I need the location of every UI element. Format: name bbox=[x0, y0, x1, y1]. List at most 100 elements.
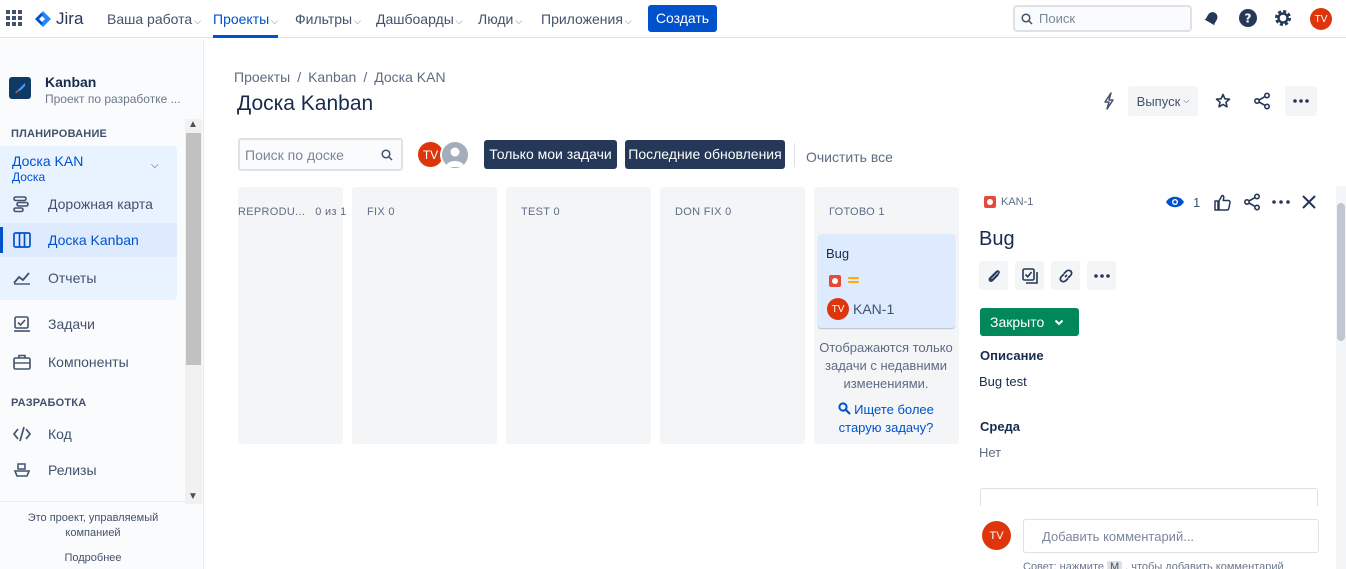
nav-filters[interactable]: Фильтры ⌵ bbox=[295, 0, 361, 38]
project-avatar-icon bbox=[9, 77, 31, 99]
scrollbar-thumb[interactable] bbox=[1337, 203, 1345, 341]
scrollbar-thumb[interactable] bbox=[186, 133, 201, 365]
jira-logo[interactable]: Jira bbox=[34, 9, 83, 29]
breadcrumb: Проекты / Kanban / Доска KAN bbox=[234, 69, 446, 85]
detail-panel-scrollbar[interactable] bbox=[1336, 186, 1346, 569]
sidebar-item-code[interactable]: Код bbox=[0, 417, 177, 451]
done-column-note: Отображаются только задачи с недавними и… bbox=[819, 340, 953, 391]
sidebar-item-label: Задачи bbox=[48, 316, 96, 332]
sidebar-item-label: Релизы bbox=[48, 462, 97, 478]
board-column: REPRODU... 0 из 1 bbox=[238, 187, 346, 444]
more-actions-icon[interactable] bbox=[1272, 192, 1290, 212]
page-title: Доска Kanban bbox=[237, 92, 374, 115]
user-avatar[interactable]: TV bbox=[1310, 8, 1332, 30]
breadcrumb-project[interactable]: Kanban bbox=[308, 69, 356, 85]
learn-more-link[interactable]: Подробнее bbox=[0, 551, 186, 566]
watch-button[interactable]: 1 bbox=[1165, 192, 1200, 212]
environment-label: Среда bbox=[980, 419, 1021, 434]
development-section-title: РАЗРАБОТКА bbox=[11, 397, 87, 409]
nav-your-work[interactable]: Ваша работа ⌵ bbox=[107, 0, 201, 38]
environment-value[interactable]: Нет bbox=[979, 445, 1001, 460]
chevron-down-icon: ⌵ bbox=[515, 16, 523, 26]
close-icon[interactable] bbox=[1301, 192, 1317, 212]
project-header[interactable]: Kanban Проект по разработке ... bbox=[9, 74, 180, 106]
child-issue-icon[interactable] bbox=[1015, 261, 1044, 290]
nav-label: Приложения bbox=[541, 11, 623, 27]
comment-tip: Совет: нажмите M, чтобы добавить коммента… bbox=[1023, 561, 1284, 569]
notifications-icon[interactable] bbox=[1201, 7, 1223, 29]
chevron-down-icon[interactable]: ⌵ bbox=[151, 160, 159, 171]
sidebar-item-kanban-board[interactable]: Доска Kanban bbox=[0, 223, 177, 257]
column-header: FIX 0 bbox=[367, 206, 395, 218]
nav-people[interactable]: Люди ⌵ bbox=[478, 0, 522, 38]
chevron-down-icon bbox=[1055, 319, 1064, 325]
project-type: Проект по разработке ... bbox=[45, 92, 180, 106]
older-issue-link[interactable]: Ищете более старую задачу? bbox=[816, 401, 956, 437]
nav-label: Ваша работа bbox=[107, 11, 193, 27]
board-search-input[interactable]: Поиск по доске bbox=[238, 138, 403, 171]
more-actions-icon[interactable] bbox=[1285, 86, 1317, 116]
more-actions-icon[interactable] bbox=[1087, 261, 1116, 290]
link-issue-icon[interactable] bbox=[1051, 261, 1080, 290]
planning-section-title: ПЛАНИРОВАНИЕ bbox=[11, 128, 108, 140]
share-icon[interactable] bbox=[1243, 192, 1261, 212]
column-header: REPRODU... 0 из 1 bbox=[238, 206, 347, 218]
sidebar-scrollbar[interactable]: ▲ ▼ bbox=[185, 119, 202, 504]
nav-label: Проекты bbox=[213, 11, 270, 27]
sidebar-item-label: Компоненты bbox=[48, 354, 129, 370]
nav-label: Люди bbox=[478, 11, 514, 27]
create-button[interactable]: Создать bbox=[648, 5, 717, 32]
like-icon[interactable] bbox=[1214, 192, 1231, 212]
issue-card[interactable]: Bug TV KAN-1 bbox=[818, 234, 955, 328]
sidebar-footer: Это проект, управляемый компанией Подроб… bbox=[0, 511, 186, 566]
issue-title[interactable]: Bug bbox=[979, 228, 1015, 251]
sidebar-item-releases[interactable]: Релизы bbox=[0, 453, 177, 487]
details-section-box[interactable] bbox=[980, 488, 1318, 506]
card-title: Bug bbox=[826, 246, 850, 261]
bug-icon bbox=[829, 275, 841, 287]
star-icon[interactable] bbox=[1209, 86, 1237, 116]
nav-apps[interactable]: Приложения ⌵ bbox=[541, 0, 632, 38]
chevron-down-icon: ⌵ bbox=[194, 16, 201, 26]
search-placeholder: Поиск bbox=[1039, 11, 1076, 26]
nav-dashboards[interactable]: Дашбоарды ⌵ bbox=[376, 0, 463, 38]
older-issue-label: Ищете более старую задачу? bbox=[838, 402, 934, 435]
automation-lightning-icon[interactable] bbox=[1095, 86, 1122, 116]
settings-gear-icon[interactable] bbox=[1272, 7, 1294, 29]
description-value[interactable]: Bug test bbox=[979, 374, 1027, 389]
priority-medium-icon bbox=[848, 276, 859, 284]
recently-updated-button[interactable]: Последние обновления bbox=[625, 140, 785, 169]
status-dropdown[interactable]: Закрыто bbox=[980, 308, 1079, 336]
scroll-down-icon[interactable]: ▼ bbox=[188, 491, 198, 502]
unassigned-avatar-icon[interactable] bbox=[440, 140, 470, 170]
release-button[interactable]: Выпуск ⌵ bbox=[1128, 86, 1198, 116]
app-switcher-icon[interactable] bbox=[6, 10, 22, 26]
detail-issue-key[interactable]: KAN-1 bbox=[1001, 196, 1033, 208]
sidebar-item-reports[interactable]: Отчеты bbox=[0, 261, 177, 295]
share-icon[interactable] bbox=[1248, 86, 1276, 116]
clear-all-button[interactable]: Очистить все bbox=[806, 149, 893, 165]
global-search-input[interactable]: Поиск bbox=[1013, 5, 1192, 32]
sidebar-item-issues[interactable]: Задачи bbox=[0, 307, 177, 341]
column-header: DON FIX 0 bbox=[675, 206, 732, 218]
add-comment-input[interactable]: Добавить комментарий... bbox=[1023, 519, 1319, 553]
jira-logo-icon bbox=[35, 11, 51, 27]
column-header: ГОТОВО 1 bbox=[829, 206, 885, 218]
sidebar-item-components[interactable]: Компоненты bbox=[0, 345, 177, 379]
scroll-up-icon[interactable]: ▲ bbox=[188, 119, 198, 130]
nav-label: Фильтры bbox=[295, 11, 353, 27]
nav-projects[interactable]: Проекты ⌵ bbox=[213, 0, 279, 38]
help-icon[interactable]: ? bbox=[1237, 7, 1259, 29]
roadmap-icon bbox=[12, 194, 32, 214]
board-switcher-title[interactable]: Доска KAN bbox=[12, 153, 83, 169]
sidebar-item-roadmap[interactable]: Дорожная карта bbox=[0, 187, 177, 221]
breadcrumb-board[interactable]: Доска KAN bbox=[374, 69, 445, 85]
sidebar-item-label: Отчеты bbox=[48, 270, 97, 286]
board-switcher-group: Доска KAN Доска ⌵ Дорожная карта Доска K… bbox=[0, 146, 177, 300]
attachment-icon[interactable] bbox=[979, 261, 1008, 290]
chevron-down-icon: ⌵ bbox=[271, 16, 279, 26]
only-my-issues-button[interactable]: Только мои задачи bbox=[484, 140, 617, 169]
board-column: TEST 0 bbox=[506, 187, 651, 444]
breadcrumb-projects[interactable]: Проекты bbox=[234, 69, 290, 85]
svg-text:?: ? bbox=[1245, 12, 1252, 26]
